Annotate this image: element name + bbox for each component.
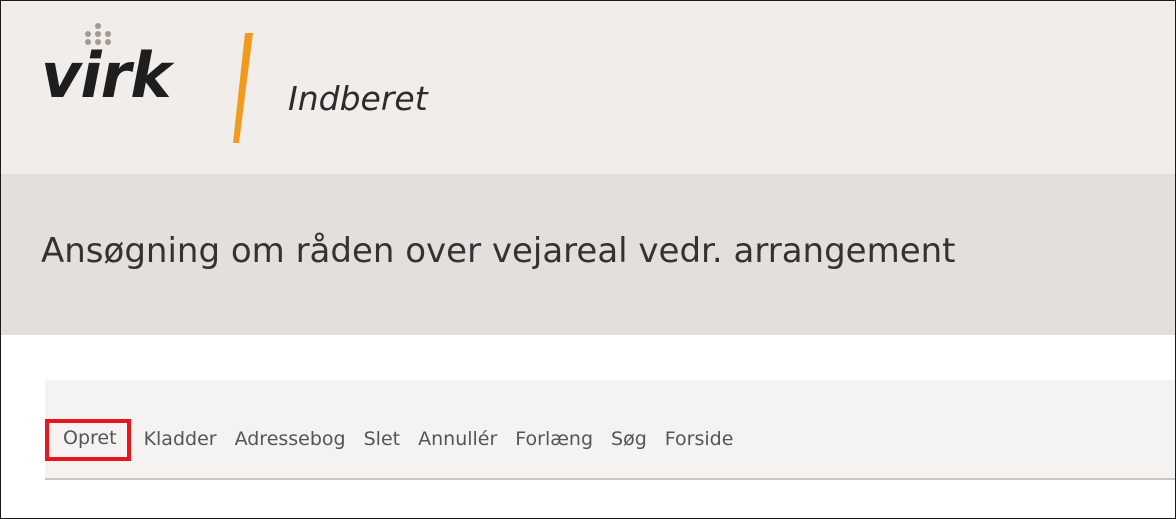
page-title: Ansøgning om råden over vejareal vedr. a…	[41, 231, 956, 271]
menu-item-adressebog[interactable]: Adressebog	[226, 421, 355, 459]
menu-item-kladder[interactable]: Kladder	[135, 421, 226, 459]
menu-item-soeg[interactable]: Søg	[602, 421, 656, 459]
logo-text: virk	[41, 39, 171, 112]
orange-slash-divider-icon	[233, 33, 253, 143]
app-title: Indberet	[288, 79, 428, 118]
page-header: Ansøgning om råden over vejareal vedr. a…	[1, 174, 1175, 335]
action-menu: Opret Kladder Adressebog Slet Annullér F…	[45, 419, 743, 461]
app-window: virk Indberet Ansøgning om råden over ve…	[0, 0, 1176, 519]
menu-item-annuller[interactable]: Annullér	[409, 421, 506, 459]
action-menu-bar: Opret Kladder Adressebog Slet Annullér F…	[45, 380, 1175, 480]
menu-item-forlaeng[interactable]: Forlæng	[506, 421, 602, 459]
top-header-bar: virk Indberet	[1, 1, 1175, 174]
menu-item-slet[interactable]: Slet	[355, 421, 409, 459]
menu-item-opret[interactable]: Opret	[45, 419, 131, 461]
menu-item-forside[interactable]: Forside	[656, 421, 743, 459]
